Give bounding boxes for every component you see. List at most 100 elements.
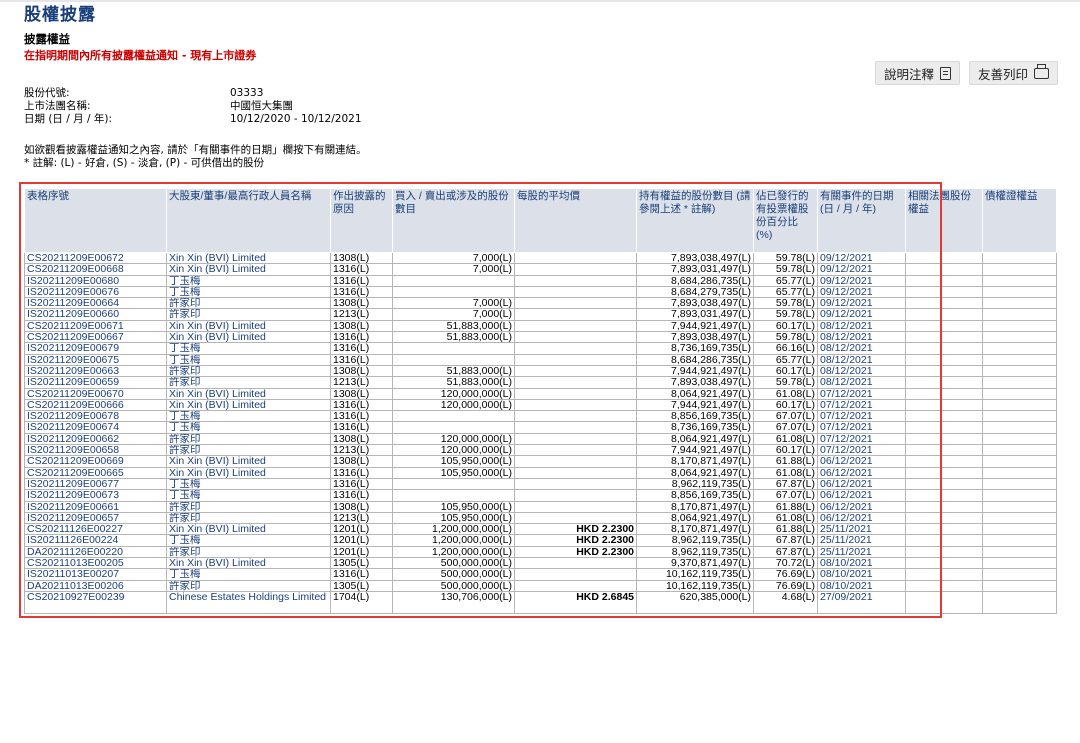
event-date-cell[interactable]: 09/12/2021 (817, 297, 906, 310)
shares-held-cell: 10,162,119,735(L) (636, 568, 754, 581)
event-date-cell[interactable]: 06/12/2021 (817, 489, 906, 502)
percentage-cell: 61.88(L) (753, 523, 818, 536)
avg-price-cell (514, 511, 637, 525)
event-date-cell[interactable]: 06/12/2021 (817, 477, 906, 491)
percentage-cell: 59.78(L) (753, 263, 818, 276)
holder-name-cell: 許家印 (166, 511, 331, 525)
event-date-cell[interactable]: 25/11/2021 (817, 534, 906, 547)
event-date-cell[interactable]: 09/12/2021 (817, 251, 906, 265)
holder-name-cell: 許家印 (166, 432, 331, 446)
table-row: CS20211013E00205 Xin Xin (BVI) Limited 130… (24, 557, 1057, 570)
event-date-cell[interactable]: 07/12/2021 (817, 387, 906, 400)
form-serial-cell: DA20211126E00220 (24, 545, 167, 559)
associated-corp-cell (905, 308, 983, 321)
form-serial-cell: IS20211209E00657 (24, 511, 167, 525)
table-row: IS20211209E00660 許家印 1213(L) 7,000(L) 7,893,… (24, 308, 1057, 321)
avg-price-cell (514, 500, 637, 513)
event-date-cell[interactable]: 08/10/2021 (817, 579, 906, 592)
debentures-cell (982, 545, 1057, 559)
shares-held-cell: 620,385,000(L) (636, 590, 754, 614)
table-header-row: 表格序號 大股東/董事/最高行政人員名稱 作出披露的原因 買入 / 賣出或涉及的… (24, 188, 1057, 253)
event-date-cell[interactable]: 07/12/2021 (817, 432, 906, 446)
event-date-cell[interactable]: 08/12/2021 (817, 376, 906, 389)
holder-name-cell: 許家印 (166, 444, 331, 457)
reason-cell: 1316(L) (330, 274, 393, 287)
table-row: DA20211013E00206 許家印 1305(L) 500,000,000(L)… (24, 579, 1057, 592)
shares-involved-cell: 105,950,000(L) (392, 511, 515, 525)
debentures-cell (982, 568, 1057, 581)
form-serial-cell: IS20211209E00660 (24, 308, 167, 321)
notes-button[interactable]: 說明注釋 (874, 61, 960, 85)
print-button[interactable]: 友善列印 (968, 61, 1058, 85)
event-date-cell[interactable]: 06/12/2021 (817, 455, 906, 468)
table-row: IS20211209E00663 許家印 1308(L) 51,883,000(L) 7… (24, 364, 1057, 378)
event-date-cell[interactable]: 09/12/2021 (817, 274, 906, 287)
event-date-cell[interactable]: 08/10/2021 (817, 568, 906, 581)
shares-involved-cell: 105,950,000(L) (392, 455, 515, 468)
meta-value: 10/12/2020 - 10/12/2021 (230, 113, 362, 125)
event-date-cell[interactable]: 09/12/2021 (817, 285, 906, 299)
event-date-cell[interactable]: 09/12/2021 (817, 308, 906, 321)
table-row: CS20211209E00666 Xin Xin (BVI) Limited 131… (24, 398, 1057, 412)
debentures-cell (982, 466, 1057, 479)
form-serial-cell: IS20211209E00674 (24, 421, 167, 434)
reason-cell: 1316(L) (330, 477, 393, 491)
holder-name-cell: 許家印 (166, 579, 331, 592)
percentage-cell: 61.08(L) (753, 511, 818, 525)
reason-cell: 1213(L) (330, 308, 393, 321)
table-row: CS20211209E00672 Xin Xin (BVI) Limited 130… (24, 251, 1057, 265)
form-serial-cell: IS20211209E00673 (24, 489, 167, 502)
debentures-cell (982, 342, 1057, 355)
event-date-cell[interactable]: 08/12/2021 (817, 342, 906, 355)
event-date-cell[interactable]: 25/11/2021 (817, 545, 906, 559)
avg-price-cell: HKD 2.6845 (514, 590, 637, 614)
holder-name-cell: Chinese Estates Holdings Limited (166, 590, 331, 614)
shares-held-cell: 8,736,169,735(L) (636, 421, 754, 434)
instruction-line: 如欲觀看披露權益通知之內容, 請於「有關事件的日期」欄按下有關連結。 (24, 144, 367, 156)
table-row: CS20211209E00668 Xin Xin (BVI) Limited 131… (24, 263, 1057, 276)
debentures-cell (982, 251, 1057, 265)
holder-name-cell: 丁玉梅 (166, 534, 331, 547)
table-row: IS20211209E00675 丁玉梅 1316(L) 8,684,286,735(… (24, 353, 1057, 366)
shares-held-cell: 7,893,038,497(L) (636, 297, 754, 310)
associated-corp-cell (905, 523, 983, 536)
event-date-cell[interactable]: 06/12/2021 (817, 511, 906, 525)
reason-cell: 1316(L) (330, 342, 393, 355)
table-row: IS20211209E00680 丁玉梅 1316(L) 8,684,286,735(… (24, 274, 1057, 287)
holder-name-cell: 許家印 (166, 500, 331, 513)
shares-held-cell: 8,064,921,497(L) (636, 511, 754, 525)
debentures-cell (982, 387, 1057, 400)
event-date-cell[interactable]: 06/12/2021 (817, 466, 906, 479)
event-date-cell[interactable]: 07/12/2021 (817, 410, 906, 423)
event-date-cell[interactable]: 08/12/2021 (817, 353, 906, 366)
instructions: 如欲觀看披露權益通知之內容, 請於「有關事件的日期」欄按下有關連結。 * 註解:… (24, 144, 367, 170)
shares-involved-cell (392, 274, 515, 287)
form-serial-cell: IS20211209E00658 (24, 444, 167, 457)
form-serial-cell: CS20211209E00669 (24, 455, 167, 468)
form-serial-cell: IS20211209E00676 (24, 285, 167, 299)
shares-involved-cell: 7,000(L) (392, 297, 515, 310)
event-date-cell[interactable]: 08/10/2021 (817, 557, 906, 570)
event-date-cell[interactable]: 07/12/2021 (817, 421, 906, 434)
event-date-cell[interactable]: 25/11/2021 (817, 523, 906, 536)
avg-price-cell (514, 466, 637, 479)
debentures-cell (982, 410, 1057, 423)
reason-cell: 1308(L) (330, 455, 393, 468)
event-date-cell[interactable]: 08/12/2021 (817, 331, 906, 344)
event-date-cell[interactable]: 08/12/2021 (817, 319, 906, 333)
event-date-cell[interactable]: 27/09/2021 (817, 590, 906, 614)
event-date-cell[interactable]: 06/12/2021 (817, 500, 906, 513)
event-date-cell[interactable]: 07/12/2021 (817, 398, 906, 412)
shares-held-cell: 7,893,038,497(L) (636, 331, 754, 344)
associated-corp-cell (905, 466, 983, 479)
associated-corp-cell (905, 342, 983, 355)
avg-price-cell (514, 579, 637, 592)
event-date-cell[interactable]: 07/12/2021 (817, 444, 906, 457)
reason-cell: 1308(L) (330, 432, 393, 446)
shares-involved-cell (392, 342, 515, 355)
header-shares-held: 持有權益的股份數目 (請參閱上述 * 註解) (636, 188, 754, 253)
event-date-cell[interactable]: 09/12/2021 (817, 263, 906, 276)
reason-cell: 1316(L) (330, 568, 393, 581)
event-date-cell[interactable]: 08/12/2021 (817, 364, 906, 378)
associated-corp-cell (905, 545, 983, 559)
